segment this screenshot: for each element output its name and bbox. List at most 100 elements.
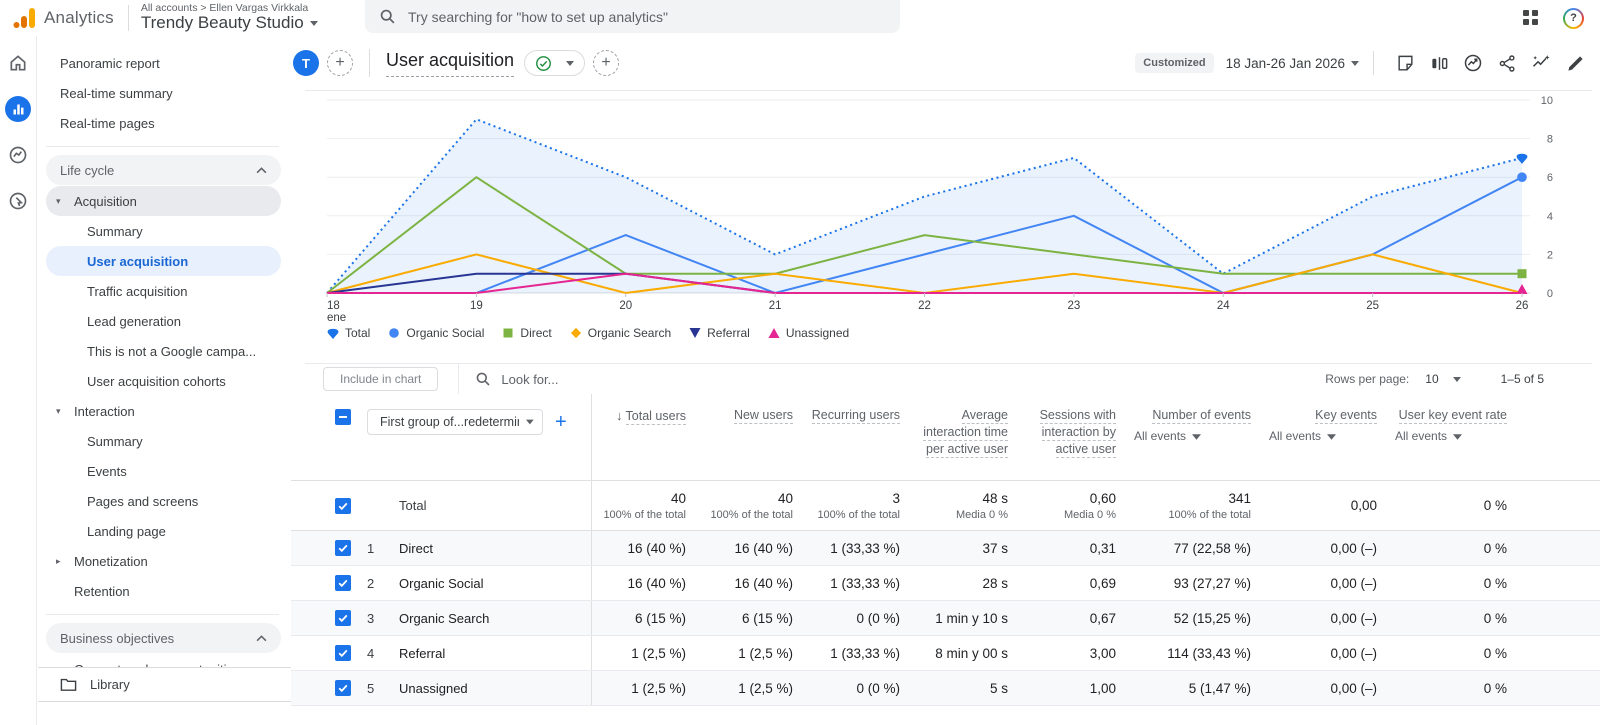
insights-icon[interactable] (1456, 48, 1490, 78)
sidebar-item-interaction[interactable]: ▾ Interaction (38, 396, 291, 426)
sparkline-insights-icon[interactable] (1524, 48, 1558, 78)
column-header-key-events: Key events All events (1263, 394, 1389, 480)
legend-marker-icon (327, 328, 339, 339)
comparison-icon[interactable] (1422, 48, 1456, 78)
select-all-checkbox[interactable] (335, 409, 351, 425)
rows-per-page-value[interactable]: 10 (1425, 372, 1438, 386)
sidebar-item-user-acquisition-cohorts[interactable]: User acquisition cohorts (38, 366, 291, 396)
column-filter-dropdown[interactable]: All events (1393, 428, 1507, 445)
help-icon[interactable]: ? (1563, 7, 1584, 29)
row-checkbox[interactable] (335, 610, 351, 626)
value-cell: 1 (33,33 %) (830, 540, 900, 556)
row-checkbox[interactable] (335, 540, 351, 556)
sidebar-item-acquisition[interactable]: ▾ Acquisition (46, 186, 281, 216)
share-icon[interactable] (1490, 48, 1524, 78)
legend-item-referral[interactable]: Referral (689, 326, 750, 340)
column-label[interactable]: Number of events (1152, 408, 1251, 424)
table-row-organic-search: 3 Organic Search 6 (15 %) 6 (15 %) 0 (0 %) 1… (291, 601, 1600, 636)
column-label[interactable]: User key event rate (1398, 408, 1507, 424)
sidebar-item-pages-and-screens[interactable]: Pages and screens (38, 486, 291, 516)
channel-name[interactable]: Unassigned (395, 681, 591, 696)
value-cell: 16 (40 %) (734, 540, 793, 556)
home-icon[interactable] (5, 50, 31, 76)
value-cell: 114 (33,43 %) (1167, 645, 1251, 661)
row-checkbox[interactable] (335, 645, 351, 661)
sidebar-item-real-time-summary[interactable]: Real-time summary (38, 78, 291, 108)
add-dimension-button[interactable]: + (555, 409, 567, 435)
svg-text:25: 25 (1366, 300, 1379, 312)
header-divider (127, 5, 129, 31)
total-value-cell: 0,60 Media 0 % (1064, 490, 1116, 521)
add-report-tab-button[interactable]: + (327, 50, 353, 76)
column-label[interactable]: Total users (625, 409, 686, 425)
column-label[interactable]: Key events (1315, 408, 1377, 424)
sidebar-item-real-time-pages[interactable]: Real-time pages (38, 108, 291, 138)
column-filter-dropdown[interactable]: All events (1132, 428, 1251, 445)
row-checkbox-cell (291, 575, 367, 591)
legend-item-organic-social[interactable]: Organic Social (388, 326, 484, 340)
value-cell: 0,00 (–) (1330, 610, 1377, 626)
channel-name[interactable]: Referral (395, 646, 591, 661)
row-checkbox[interactable] (335, 575, 351, 591)
table-row-organic-social: 2 Organic Social 16 (40 %) 16 (40 %) 1 (33,… (291, 566, 1600, 601)
channel-name[interactable]: Direct (395, 541, 591, 556)
column-label[interactable]: Average interaction time per active user (923, 408, 1008, 458)
sidebar-item-generate-sales-opportunities[interactable]: ▸ Generate sales opportunities (38, 654, 291, 668)
channel-name[interactable]: Organic Social (395, 576, 591, 591)
item-label: Pages and screens (87, 493, 199, 509)
sidebar-item-business-objectives[interactable]: Business objectives (46, 623, 281, 653)
reports-icon[interactable] (5, 96, 31, 122)
sidebar-item-this-is-not-a-google-campa[interactable]: This is not a Google campa... (38, 336, 291, 366)
sidebar-item-life-cycle[interactable]: Life cycle (46, 155, 281, 185)
column-label[interactable]: New users (733, 408, 793, 424)
svg-text:23: 23 (1067, 300, 1080, 312)
sidebar-item-monetization[interactable]: ▸ Monetization (38, 546, 291, 576)
legend-item-organic-search[interactable]: Organic Search (570, 326, 671, 340)
notes-icon[interactable] (1388, 48, 1422, 78)
legend-item-total[interactable]: Total (327, 326, 370, 340)
sidebar-item-landing-page[interactable]: Landing page (38, 516, 291, 546)
sidebar-item-events[interactable]: Events (38, 456, 291, 486)
search-icon (476, 372, 490, 386)
sidebar-item-summary[interactable]: Summary (38, 426, 291, 456)
edit-pencil-icon[interactable] (1558, 48, 1592, 78)
channel-name[interactable]: Organic Search (395, 611, 591, 626)
date-range-picker[interactable]: 18 Jan-26 Jan 2026 (1226, 56, 1359, 71)
row-checkbox[interactable] (335, 680, 351, 696)
page-title[interactable]: User acquisition (386, 50, 515, 77)
sidebar-item-lead-generation[interactable]: Lead generation (38, 306, 291, 336)
apps-grid-icon[interactable] (1523, 10, 1539, 26)
column-filter-dropdown[interactable]: All events (1267, 428, 1377, 445)
sort-descending-icon[interactable]: ↓ (616, 408, 623, 423)
report-saved-status-dropdown[interactable] (524, 50, 586, 76)
table-search-input[interactable]: Look for... (475, 371, 1325, 387)
sidebar-item-user-acquisition[interactable]: User acquisition (46, 246, 281, 276)
explore-icon[interactable] (5, 142, 31, 168)
chevron-down-icon[interactable] (1452, 376, 1461, 382)
advertising-icon[interactable] (5, 188, 31, 214)
global-search-input[interactable]: Try searching for "how to set up analyti… (365, 0, 900, 33)
rows-per-page-label: Rows per page: (1325, 372, 1410, 386)
avatar[interactable]: T (293, 50, 319, 76)
sidebar-divider (46, 614, 279, 615)
account-switcher[interactable]: All accounts > Ellen Vargas Virkkala Tre… (141, 2, 318, 33)
sidebar-item-traffic-acquisition[interactable]: Traffic acquisition (38, 276, 291, 306)
column-label[interactable]: Recurring users (811, 408, 900, 424)
include-in-chart-button[interactable]: Include in chart (323, 367, 439, 391)
chevron-up-icon (256, 166, 267, 173)
add-comparison-button[interactable]: + (593, 50, 620, 76)
sidebar-item-retention[interactable]: Retention (38, 576, 291, 606)
sidebar-item-panoramic-report[interactable]: Panoramic report (38, 48, 291, 78)
item-label: Summary (87, 223, 143, 239)
analytics-logo[interactable]: Analytics (0, 6, 114, 30)
column-label[interactable]: Sessions with interaction by active user (1039, 408, 1116, 458)
table-pagination: Rows per page: 10 1–5 of 5 (1325, 372, 1592, 386)
dimension-dropdown[interactable]: First group of...redetermined) (367, 409, 543, 435)
row-checkbox[interactable] (335, 497, 351, 514)
value-cell: 0,00 (–) (1330, 645, 1377, 661)
sidebar-item-library[interactable]: Library (38, 667, 291, 702)
collapse-arrow-icon: ▾ (56, 405, 61, 416)
legend-item-direct[interactable]: Direct (502, 326, 552, 340)
sidebar-item-summary[interactable]: Summary (38, 216, 291, 246)
legend-item-unassigned[interactable]: Unassigned (768, 326, 849, 340)
